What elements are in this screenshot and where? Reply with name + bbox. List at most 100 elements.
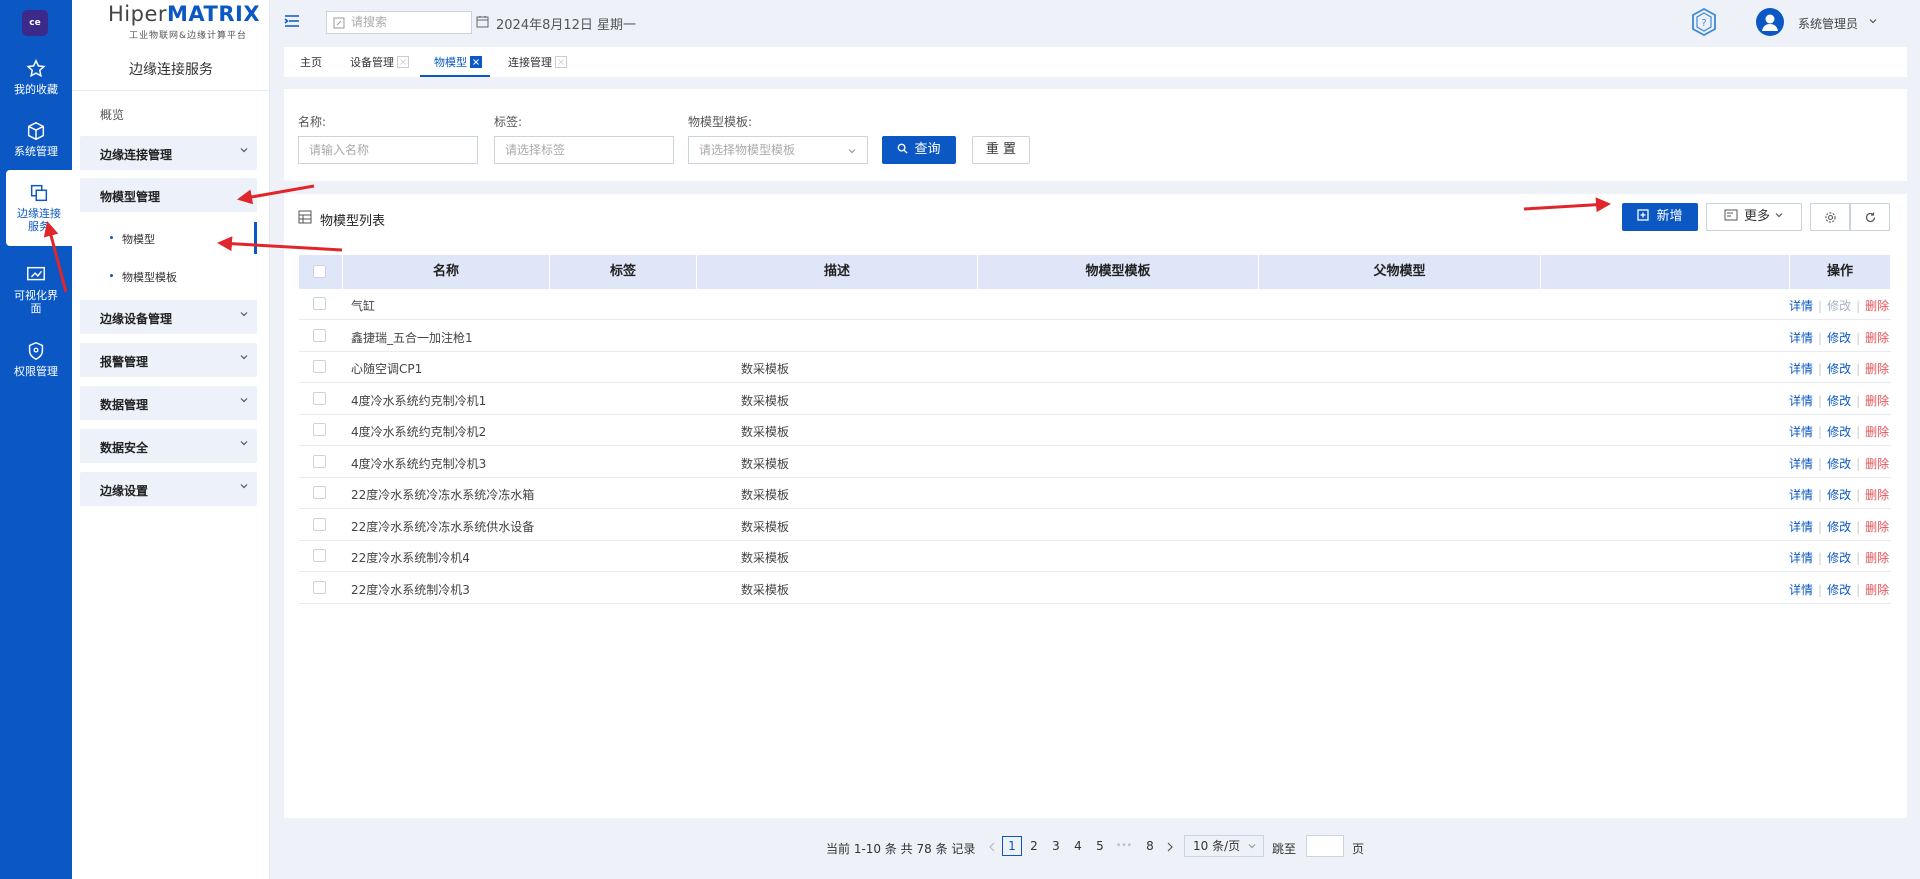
row-checkbox[interactable] [313, 297, 326, 310]
column-header[interactable]: 名称 [343, 255, 550, 289]
edit-link[interactable]: 修改 [1827, 583, 1851, 597]
page-2[interactable]: 2 [1024, 836, 1044, 856]
delete-link[interactable]: 删除 [1865, 551, 1889, 565]
edit-link[interactable]: 修改 [1827, 362, 1851, 376]
delete-link[interactable]: 删除 [1865, 299, 1889, 313]
delete-link[interactable]: 删除 [1865, 331, 1889, 345]
delete-link[interactable]: 删除 [1865, 362, 1889, 376]
close-icon[interactable] [397, 56, 409, 68]
delete-link[interactable]: 删除 [1865, 394, 1889, 408]
row-checkbox[interactable] [313, 391, 326, 405]
username[interactable]: 系统管理员 [1798, 15, 1858, 32]
table-row: 鑫捷瑞_五合一加注枪1 详情 | 修改 | 删除 [299, 320, 1891, 352]
row-checkbox[interactable] [313, 486, 326, 499]
tab-model[interactable]: 物模型 [434, 54, 482, 70]
tab-connect-management[interactable]: 连接管理 [508, 54, 567, 70]
detail-link[interactable]: 详情 [1789, 394, 1813, 408]
app-logo[interactable]: ce [22, 10, 48, 36]
detail-link[interactable]: 详情 [1789, 457, 1813, 471]
nav-item-favorites[interactable]: 我的收藏 [0, 58, 72, 98]
edit-link[interactable]: 修改 [1827, 394, 1851, 408]
detail-link[interactable]: 详情 [1789, 551, 1813, 565]
query-button[interactable]: 查询 [882, 136, 956, 164]
edit-link[interactable]: 修改 [1827, 457, 1851, 471]
detail-link[interactable]: 详情 [1789, 425, 1813, 439]
delete-link[interactable]: 删除 [1865, 488, 1889, 502]
avatar[interactable] [1756, 8, 1784, 36]
tab-label: 主页 [300, 56, 322, 69]
sidebar-group-security[interactable]: 数据安全 [80, 429, 257, 463]
chevron-right-icon[interactable] [1166, 842, 1174, 852]
row-checkbox[interactable] [313, 454, 326, 468]
tab-home[interactable]: 主页 [300, 54, 322, 70]
column-header[interactable]: 标签 [550, 255, 697, 289]
nav-item-edge-connect[interactable]: 边缘连接服务 [6, 170, 72, 246]
edit-link[interactable]: 修改 [1827, 425, 1851, 439]
page-3[interactable]: 3 [1046, 836, 1066, 856]
page-1[interactable]: 1 [1002, 836, 1022, 856]
tab-device-management[interactable]: 设备管理 [350, 54, 409, 70]
detail-link[interactable]: 详情 [1789, 362, 1813, 376]
template-select[interactable]: 请选择物模型模板 [688, 136, 868, 164]
sidebar-group-edge-device[interactable]: 边缘设备管理 [80, 300, 257, 334]
chevron-left-icon[interactable] [988, 842, 996, 852]
nav-item-visual[interactable]: 可视化界面 [0, 264, 72, 316]
row-checkbox[interactable] [313, 423, 326, 436]
close-icon[interactable] [470, 56, 482, 68]
settings-button[interactable] [1810, 203, 1850, 231]
page-last[interactable]: 8 [1140, 836, 1160, 856]
nav-label: 我的收藏 [14, 83, 58, 96]
more-button[interactable]: 更多 [1706, 203, 1802, 231]
edit-link[interactable]: 修改 [1827, 520, 1851, 534]
detail-link[interactable]: 详情 [1789, 299, 1813, 313]
select-all-checkbox[interactable] [313, 265, 326, 278]
column-header[interactable]: 父物模型 [1259, 255, 1541, 289]
delete-link[interactable]: 删除 [1865, 425, 1889, 439]
search-input[interactable]: 请搜索 [326, 11, 472, 34]
row-checkbox[interactable] [313, 517, 326, 531]
page-5[interactable]: 5 [1090, 836, 1110, 856]
chevron-down-icon [240, 355, 248, 360]
row-checkbox[interactable] [313, 360, 326, 373]
sidebar-group-edge-connect[interactable]: 边缘连接管理 [80, 136, 257, 170]
sidebar-item-overview[interactable]: 概览 [100, 106, 124, 123]
row-actions: 详情 | 修改 | 删除 [1789, 551, 1890, 565]
chevron-down-icon[interactable] [1868, 16, 1878, 26]
page-4[interactable]: 4 [1068, 836, 1088, 856]
jump-page-input[interactable] [1306, 835, 1344, 857]
table-row: 心随空调CP1 数采模板 详情 | 修改 | 删除 [299, 352, 1891, 383]
row-checkbox[interactable] [313, 580, 326, 594]
nav-item-permission[interactable]: 权限管理 [0, 340, 72, 380]
row-checkbox[interactable] [313, 328, 326, 342]
edit-link[interactable]: 修改 [1827, 331, 1851, 345]
edit-link[interactable]: 修改 [1827, 488, 1851, 502]
delete-link[interactable]: 删除 [1865, 583, 1889, 597]
reset-button[interactable]: 重 置 [972, 136, 1030, 164]
sidebar-item-model-template[interactable]: 物模型模板 [80, 260, 257, 292]
sidebar-group-settings[interactable]: 边缘设置 [80, 472, 257, 506]
sidebar-group-alarm[interactable]: 报警管理 [80, 343, 257, 377]
sidebar-item-model[interactable]: 物模型 [80, 222, 257, 254]
page-ellipsis[interactable]: ••• [1114, 836, 1134, 856]
sidebar-group-data[interactable]: 数据管理 [80, 386, 257, 420]
detail-link[interactable]: 详情 [1789, 331, 1813, 345]
page-size-select[interactable]: 10 条/页 [1184, 835, 1264, 857]
nav-item-system[interactable]: 系统管理 [0, 120, 72, 160]
help-hexagon-icon[interactable]: ? [1688, 6, 1720, 38]
detail-link[interactable]: 详情 [1789, 520, 1813, 534]
detail-link[interactable]: 详情 [1789, 583, 1813, 597]
delete-link[interactable]: 删除 [1865, 457, 1889, 471]
row-checkbox[interactable] [313, 549, 326, 562]
sidebar-group-model[interactable]: 物模型管理 [80, 178, 257, 212]
name-input[interactable]: 请输入名称 [298, 136, 478, 164]
menu-fold-icon[interactable] [284, 14, 300, 28]
refresh-button[interactable] [1850, 203, 1890, 231]
detail-link[interactable]: 详情 [1789, 488, 1813, 502]
column-header[interactable]: 物模型模板 [978, 255, 1259, 289]
edit-link[interactable]: 修改 [1827, 551, 1851, 565]
close-icon[interactable] [555, 56, 567, 68]
delete-link[interactable]: 删除 [1865, 520, 1889, 534]
add-button[interactable]: 新增 [1622, 203, 1698, 231]
tag-select[interactable]: 请选择标签 [494, 136, 674, 164]
column-header[interactable]: 描述 [697, 255, 978, 289]
